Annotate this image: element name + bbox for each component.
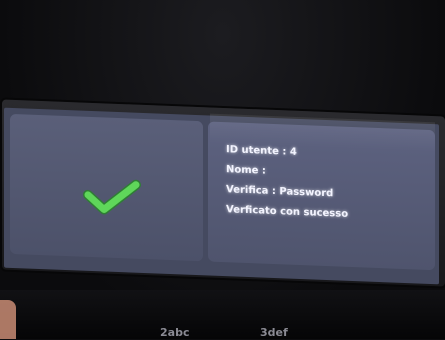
- status-panel: [10, 113, 203, 262]
- keypad-strip: 2abc 3def: [120, 326, 440, 340]
- keypad-key-3[interactable]: 3def: [260, 326, 288, 339]
- finger: [0, 300, 16, 339]
- checkmark-icon: [83, 179, 141, 215]
- info-list: ID utente : 4 Nome : Verifica : Password…: [226, 140, 427, 228]
- keypad-key-2[interactable]: 2abc: [160, 326, 189, 339]
